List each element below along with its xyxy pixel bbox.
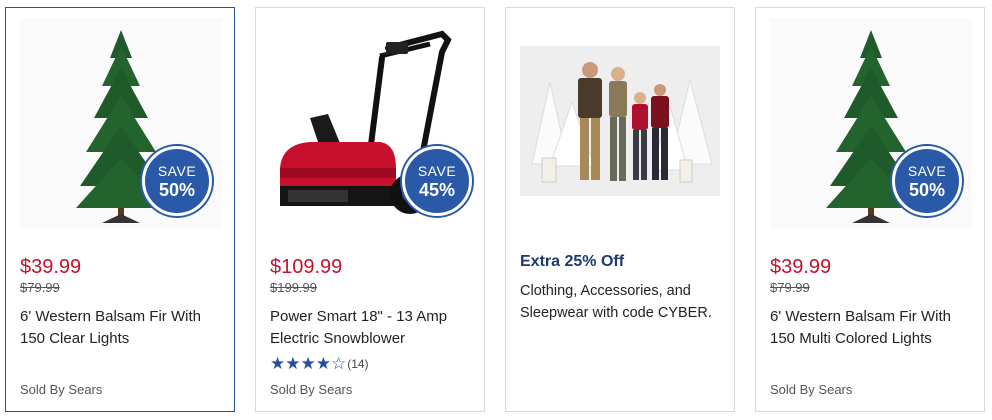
- sale-price: $39.99: [770, 256, 832, 278]
- save-percent: 45%: [418, 179, 456, 200]
- review-count[interactable]: (14): [347, 357, 368, 371]
- product-title[interactable]: Power Smart 18" - 13 Amp Electric Snowbl…: [270, 306, 475, 350]
- sale-price: $39.99: [20, 256, 82, 278]
- original-price: $199.99: [270, 280, 317, 295]
- product-card[interactable]: SAVE 50% $39.99 $79.99 6' Western Balsam…: [755, 7, 985, 412]
- save-label: SAVE: [417, 162, 457, 179]
- promo-heading[interactable]: Extra 25% Off: [520, 253, 624, 271]
- save-percent: 50%: [908, 179, 946, 200]
- save-label: SAVE: [907, 162, 947, 179]
- save-label: SAVE: [157, 162, 197, 179]
- promo-description: Clothing, Accessories, and Sleepwear wit…: [520, 283, 712, 321]
- product-title[interactable]: 6' Western Balsam Fir With 150 Clear Lig…: [20, 306, 225, 350]
- product-title[interactable]: 6' Western Balsam Fir With 150 Multi Col…: [770, 306, 975, 350]
- save-badge: SAVE 50%: [142, 146, 212, 216]
- promo-card[interactable]: Extra 25% Off Clothing, Accessories, and…: [505, 7, 735, 412]
- original-price: $79.99: [20, 280, 60, 295]
- product-image[interactable]: SAVE 45%: [270, 18, 472, 228]
- family-photo-image[interactable]: [520, 46, 720, 196]
- save-percent: 50%: [158, 179, 196, 200]
- family-photo: [520, 46, 720, 196]
- product-card[interactable]: SAVE 50% $39.99 $79.99 6' Western Balsam…: [5, 7, 235, 412]
- seller-label: Sold By Sears: [20, 382, 103, 397]
- original-price: $79.99: [770, 280, 810, 295]
- star-rating[interactable]: ★★★★☆ (14): [270, 354, 369, 374]
- seller-label: Sold By Sears: [270, 382, 353, 397]
- save-badge: SAVE 50%: [892, 146, 962, 216]
- product-image[interactable]: SAVE 50%: [20, 18, 222, 228]
- seller-label: Sold By Sears: [770, 382, 853, 397]
- product-image[interactable]: SAVE 50%: [770, 18, 972, 228]
- save-badge: SAVE 45%: [402, 146, 472, 216]
- sale-price: $109.99: [270, 256, 343, 278]
- rating-stars: ★★★★☆: [270, 354, 347, 373]
- product-card[interactable]: SAVE 45% $109.99 $199.99 Power Smart 18"…: [255, 7, 485, 412]
